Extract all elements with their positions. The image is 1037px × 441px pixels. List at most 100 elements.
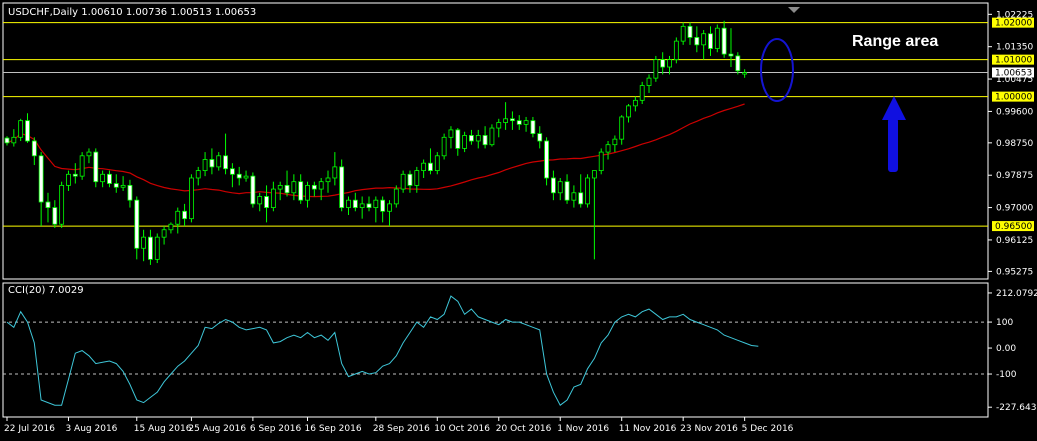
- date-tick-label: 10 Oct 2016: [434, 424, 490, 434]
- candle-body: [551, 177, 556, 194]
- candle-body: [660, 59, 666, 68]
- price-axis: 1.022251.013501.004750.996000.987500.978…: [988, 10, 1034, 277]
- candle-body: [619, 116, 625, 140]
- candle-body: [407, 173, 413, 186]
- candle-body: [448, 129, 454, 138]
- candle-body: [482, 135, 488, 146]
- candle-body: [202, 159, 208, 171]
- candle-body: [673, 40, 679, 61]
- up-arrow-shaft: [888, 118, 898, 172]
- candle: [339, 159, 345, 212]
- cci-tick-label: 100: [996, 318, 1013, 328]
- candle: [400, 170, 406, 193]
- candle: [25, 113, 30, 143]
- candle-body: [168, 223, 174, 231]
- candle: [441, 133, 447, 160]
- candle: [270, 181, 276, 212]
- candle-body: [605, 144, 611, 153]
- candle: [257, 192, 263, 212]
- candle: [148, 229, 153, 265]
- candle: [182, 203, 187, 227]
- candle-body: [182, 210, 187, 220]
- candle-body: [113, 183, 119, 188]
- candle: [516, 115, 522, 130]
- candle: [284, 170, 290, 197]
- candle-body: [742, 72, 748, 75]
- candle: [496, 118, 502, 138]
- chart-title: USDCHF,Daily 1.00610 1.00736 1.00513 1.0…: [8, 7, 256, 18]
- candle: [619, 115, 625, 145]
- candle-body: [175, 210, 181, 225]
- candle-body: [38, 155, 44, 203]
- candle-body: [161, 229, 167, 238]
- candle: [373, 196, 379, 223]
- cci-tick-label: -100: [996, 370, 1017, 380]
- candle-body: [311, 184, 317, 190]
- date-tick-label: 1 Nov 2016: [557, 424, 609, 434]
- candle: [31, 137, 37, 166]
- candle: [639, 81, 645, 105]
- candle: [366, 196, 372, 212]
- candle-body: [639, 85, 645, 101]
- candle-body: [516, 120, 522, 125]
- candle: [66, 170, 71, 191]
- candle: [482, 126, 488, 149]
- range-ellipse: [760, 38, 794, 102]
- candle: [714, 24, 720, 53]
- candle-body: [714, 27, 720, 49]
- date-tick-label: 28 Sep 2016: [373, 424, 430, 434]
- candle-body: [216, 155, 222, 168]
- candle-body: [291, 181, 297, 194]
- cci-tick-label: 0.00: [996, 344, 1016, 354]
- candle: [551, 170, 556, 201]
- candle: [18, 118, 24, 141]
- candle: [277, 181, 283, 201]
- candle: [154, 233, 160, 264]
- candle-body: [632, 99, 638, 107]
- candle-body: [141, 236, 147, 249]
- candle-body: [523, 120, 529, 125]
- candle-body: [475, 135, 481, 142]
- candle: [585, 174, 590, 208]
- candle-body: [120, 184, 126, 188]
- candle-body: [380, 199, 386, 212]
- candle-body: [31, 140, 37, 157]
- candle-body: [264, 196, 269, 208]
- candle: [387, 200, 392, 227]
- candle-body: [277, 184, 283, 190]
- candle-body: [708, 33, 713, 49]
- candle-body: [564, 181, 570, 201]
- candle: [107, 170, 112, 188]
- date-tick-label: 22 Jul 2016: [4, 424, 55, 434]
- candle-body: [598, 151, 604, 171]
- candle-body: [284, 184, 290, 194]
- candle: [428, 148, 433, 175]
- candle: [530, 116, 536, 138]
- candle: [120, 176, 126, 191]
- candle: [708, 26, 713, 56]
- candle: [448, 126, 454, 149]
- candle: [591, 170, 597, 260]
- candle: [455, 128, 461, 156]
- candle: [4, 136, 10, 146]
- range-area-annotation: Range area: [852, 33, 938, 50]
- candle: [660, 52, 666, 75]
- cci-indicator: 212.0792 100 0.00 -100 -227.6436 CCI(20) 7.0…: [2, 282, 1037, 418]
- candle-body: [148, 236, 153, 260]
- candle-body: [18, 120, 24, 138]
- candle: [523, 116, 529, 132]
- candle: [735, 52, 741, 75]
- candle: [462, 131, 468, 153]
- candle: [168, 222, 174, 234]
- date-tick-label: 16 Sep 2016: [305, 424, 362, 434]
- candle: [510, 111, 515, 130]
- candle-body: [387, 203, 392, 212]
- candlesticks: [4, 20, 748, 265]
- candle: [127, 179, 133, 208]
- candle: [687, 22, 693, 45]
- candle: [38, 152, 44, 227]
- candle: [202, 152, 208, 177]
- candle: [346, 196, 351, 215]
- moving-average: [6, 103, 745, 198]
- price-tick-label: 0.98750: [996, 139, 1033, 149]
